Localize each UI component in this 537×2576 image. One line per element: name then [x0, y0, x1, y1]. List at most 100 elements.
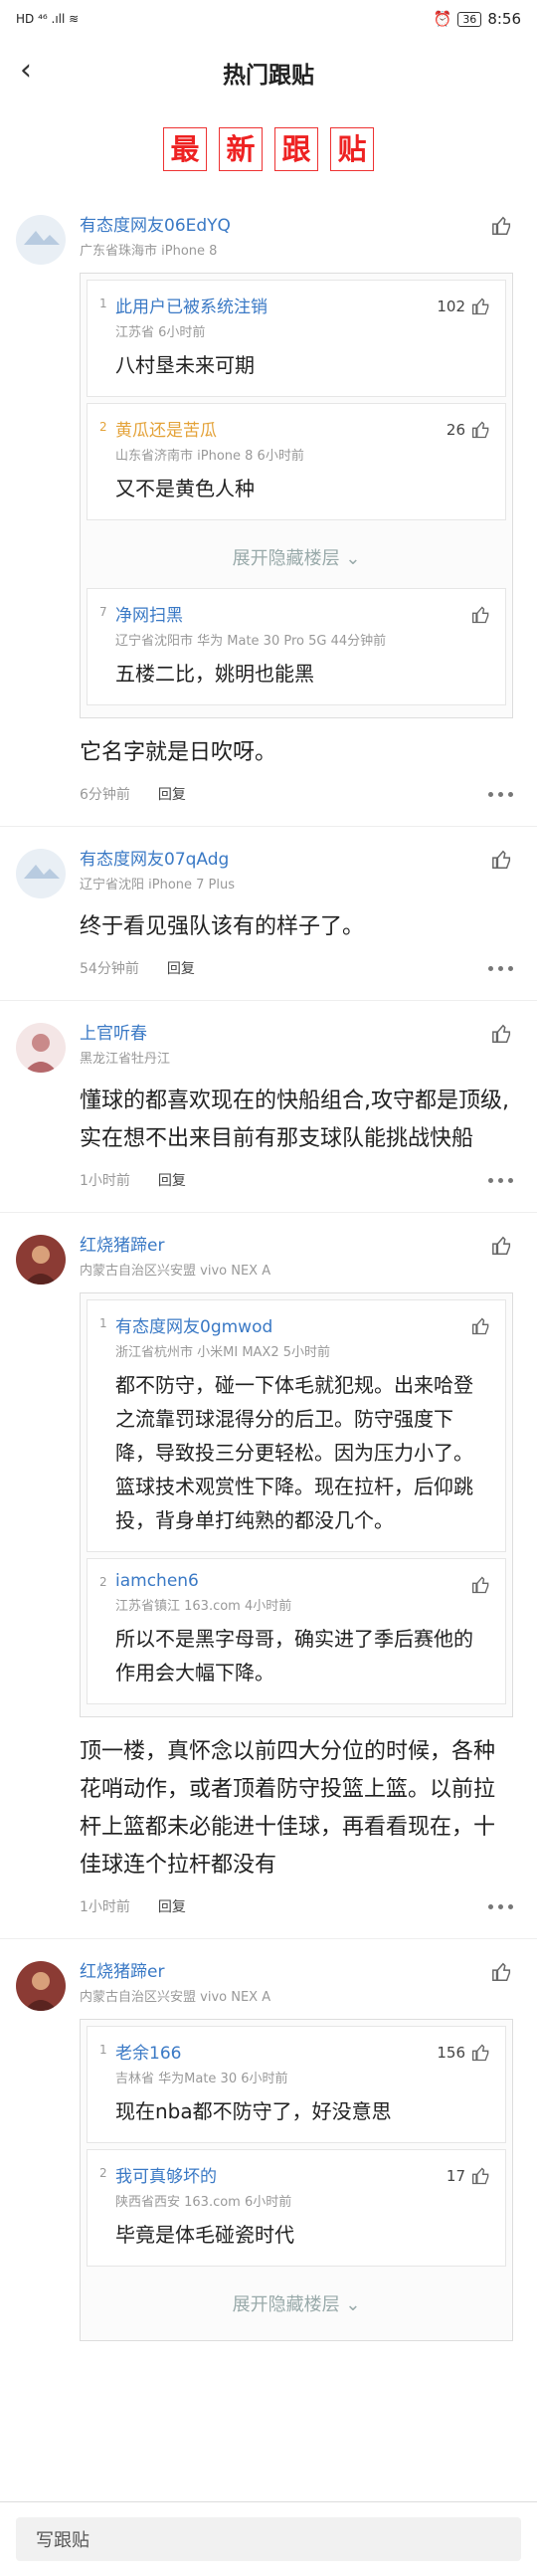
quoted-comment[interactable]: 7 净网扫黑 辽宁省沈阳市 华为 Mate 30 Pro 5G 44分钟前 五楼…: [87, 588, 506, 705]
like-button[interactable]: 17: [447, 2166, 491, 2186]
mountain-logo-icon: [24, 231, 60, 245]
user-meta: 内蒙古自治区兴安盟 vivo NEX A: [80, 1264, 271, 1279]
comment-post: 红烧猪蹄er 内蒙古自治区兴安盟 vivo NEX A 1 老余166 吉林省 …: [0, 1939, 537, 2363]
quoted-username[interactable]: iamchen6: [115, 1571, 491, 1591]
quoted-text: 八村垦未来可期: [115, 353, 255, 377]
quoted-comment[interactable]: 1 有态度网友0gmwod 浙江省杭州市 小米MI MAX2 5小时前 都不防守…: [87, 1299, 506, 1552]
like-button[interactable]: 26: [447, 420, 491, 440]
quoted-username[interactable]: 老余166: [115, 2039, 491, 2064]
like-button[interactable]: [471, 1575, 491, 1595]
floor-number: 2: [99, 420, 107, 434]
more-options-icon[interactable]: [488, 1177, 513, 1183]
battery-icon: 36: [457, 11, 482, 27]
mountain-logo-icon: [24, 865, 60, 879]
avatar[interactable]: [16, 1023, 66, 1073]
quoted-comment[interactable]: 2 黄瓜还是苦瓜 山东省济南市 iPhone 8 6小时前 又不是黄色人种 26: [87, 403, 506, 520]
avatar[interactable]: [16, 849, 66, 898]
thumbs-up-icon[interactable]: [491, 849, 513, 871]
banner-char: 跟: [274, 127, 318, 171]
reply-button[interactable]: 回复: [158, 784, 186, 804]
thumbs-up-icon[interactable]: [491, 1961, 513, 1983]
quoted-text: 毕竟是体毛碰瓷时代: [115, 2223, 294, 2247]
username[interactable]: 红烧猪蹄er: [80, 1961, 513, 1983]
username[interactable]: 红烧猪蹄er: [80, 1235, 513, 1257]
banner-char: 新: [219, 127, 263, 171]
username[interactable]: 有态度网友06EdYQ: [80, 215, 513, 237]
like-button[interactable]: [471, 1316, 491, 1336]
status-left: HD ⁴⁶ .ıll ≋: [16, 12, 79, 26]
thumbs-up-icon[interactable]: [491, 1023, 513, 1045]
more-options-icon[interactable]: [488, 791, 513, 797]
quoted-username[interactable]: 黄瓜还是苦瓜: [115, 416, 491, 441]
write-comment-input[interactable]: 写跟贴: [16, 2517, 521, 2561]
quoted-meta: 江苏省镇江 163.com 4小时前: [115, 1599, 292, 1614]
quoted-comment[interactable]: 2 我可真够坏的 陕西省西安 163.com 6小时前 毕竟是体毛碰瓷时代 17: [87, 2149, 506, 2267]
thumbs-up-icon: [472, 2167, 489, 2185]
quoted-thread: 1 老余166 吉林省 华为Mate 30 6小时前 现在nba都不防守了，好没…: [80, 2019, 513, 2341]
floor-number: 1: [99, 297, 107, 310]
avatar[interactable]: [16, 1235, 66, 1285]
reply-button[interactable]: 回复: [158, 1170, 186, 1190]
comment-time: 54分钟前: [80, 961, 139, 977]
back-arrow-icon[interactable]: ‹: [20, 56, 32, 86]
expand-label: 展开隐藏楼层: [232, 548, 340, 569]
floor-number: 2: [99, 2166, 107, 2180]
quoted-comment[interactable]: 2 iamchen6 江苏省镇江 163.com 4小时前 所以不是黑字母哥，确…: [87, 1558, 506, 1704]
thumbs-up-icon: [472, 1317, 489, 1335]
comment-post: 有态度网友06EdYQ 广东省珠海市 iPhone 8 1 此用户已被系统注销 …: [0, 193, 537, 827]
quoted-username[interactable]: 净网扫黑: [115, 601, 491, 626]
expand-hidden-floors-button[interactable]: 展开隐藏楼层 ⌄: [87, 2273, 506, 2334]
reply-button[interactable]: 回复: [158, 1896, 186, 1916]
comment-text: 终于看见强队该有的样子了。: [80, 914, 365, 939]
expand-hidden-floors-button[interactable]: 展开隐藏楼层 ⌄: [87, 526, 506, 588]
quoted-text: 都不防守，碰一下体毛就犯规。出来哈登之流靠罚球混得分的后卫。防守强度下降，导致投…: [115, 1373, 473, 1532]
page-title: 热门跟贴: [223, 63, 314, 89]
more-options-icon[interactable]: [488, 1903, 513, 1909]
comment-post: 红烧猪蹄er 内蒙古自治区兴安盟 vivo NEX A 1 有态度网友0gmwo…: [0, 1213, 537, 1939]
quoted-meta: 山东省济南市 iPhone 8 6小时前: [115, 449, 304, 464]
avatar-portrait-icon: [24, 1972, 58, 2011]
status-right: ⏰ 36 8:56: [434, 10, 521, 28]
banner-char: 最: [163, 127, 207, 171]
quoted-meta: 辽宁省沈阳市 华为 Mate 30 Pro 5G 44分钟前: [115, 634, 387, 649]
avatar[interactable]: [16, 215, 66, 265]
quoted-username[interactable]: 有态度网友0gmwod: [115, 1312, 491, 1337]
like-button[interactable]: 156: [437, 2043, 491, 2063]
thumbs-up-icon: [472, 297, 489, 315]
more-options-icon[interactable]: [488, 965, 513, 971]
quoted-comment[interactable]: 1 此用户已被系统注销 江苏省 6小时前 八村垦未来可期 102: [87, 280, 506, 397]
like-count: 102: [437, 297, 465, 315]
thumbs-up-icon[interactable]: [491, 215, 513, 237]
quoted-username[interactable]: 我可真够坏的: [115, 2162, 491, 2187]
reply-button[interactable]: 回复: [167, 958, 195, 978]
quoted-meta: 吉林省 华为Mate 30 6小时前: [115, 2072, 288, 2086]
username[interactable]: 有态度网友07qAdg: [80, 849, 513, 871]
like-button[interactable]: [471, 605, 491, 625]
banner-char: 贴: [330, 127, 374, 171]
comment-footer: 1小时前 回复: [80, 1170, 513, 1190]
thumbs-up-icon: [472, 1576, 489, 1594]
user-meta: 内蒙古自治区兴安盟 vivo NEX A: [80, 1990, 271, 2005]
like-button[interactable]: 102: [437, 297, 491, 316]
user-meta: 辽宁省沈阳 iPhone 7 Plus: [80, 878, 236, 892]
comment-post: 上官听春 黑龙江省牡丹江 懂球的都喜欢现在的快船组合,攻守都是顶级,实在想不出来…: [0, 1001, 537, 1213]
avatar[interactable]: [16, 1961, 66, 2011]
thumbs-up-icon[interactable]: [491, 1235, 513, 1257]
latest-comments-banner: 最 新 跟 贴: [0, 127, 537, 171]
username[interactable]: 上官听春: [80, 1023, 513, 1045]
bottom-comment-bar: 写跟贴: [0, 2501, 537, 2576]
chevron-down-icon: ⌄: [345, 2294, 361, 2315]
thumbs-up-icon: [472, 606, 489, 624]
quoted-meta: 浙江省杭州市 小米MI MAX2 5小时前: [115, 1345, 331, 1360]
signal-icons: HD ⁴⁶ .ıll ≋: [16, 12, 80, 26]
quoted-text: 又不是黄色人种: [115, 477, 255, 500]
comment-post: 有态度网友07qAdg 辽宁省沈阳 iPhone 7 Plus 终于看见强队该有…: [0, 827, 537, 1001]
thumbs-up-icon: [472, 2044, 489, 2062]
floor-number: 1: [99, 2043, 107, 2057]
quoted-username[interactable]: 此用户已被系统注销: [115, 293, 491, 317]
quoted-thread: 1 此用户已被系统注销 江苏省 6小时前 八村垦未来可期 102 2 黄瓜还是苦…: [80, 273, 513, 718]
comment-time: 6分钟前: [80, 787, 130, 803]
quoted-thread: 1 有态度网友0gmwod 浙江省杭州市 小米MI MAX2 5小时前 都不防守…: [80, 1292, 513, 1717]
quoted-text: 现在nba都不防守了，好没意思: [115, 2099, 392, 2123]
quoted-comment[interactable]: 1 老余166 吉林省 华为Mate 30 6小时前 现在nba都不防守了，好没…: [87, 2026, 506, 2143]
